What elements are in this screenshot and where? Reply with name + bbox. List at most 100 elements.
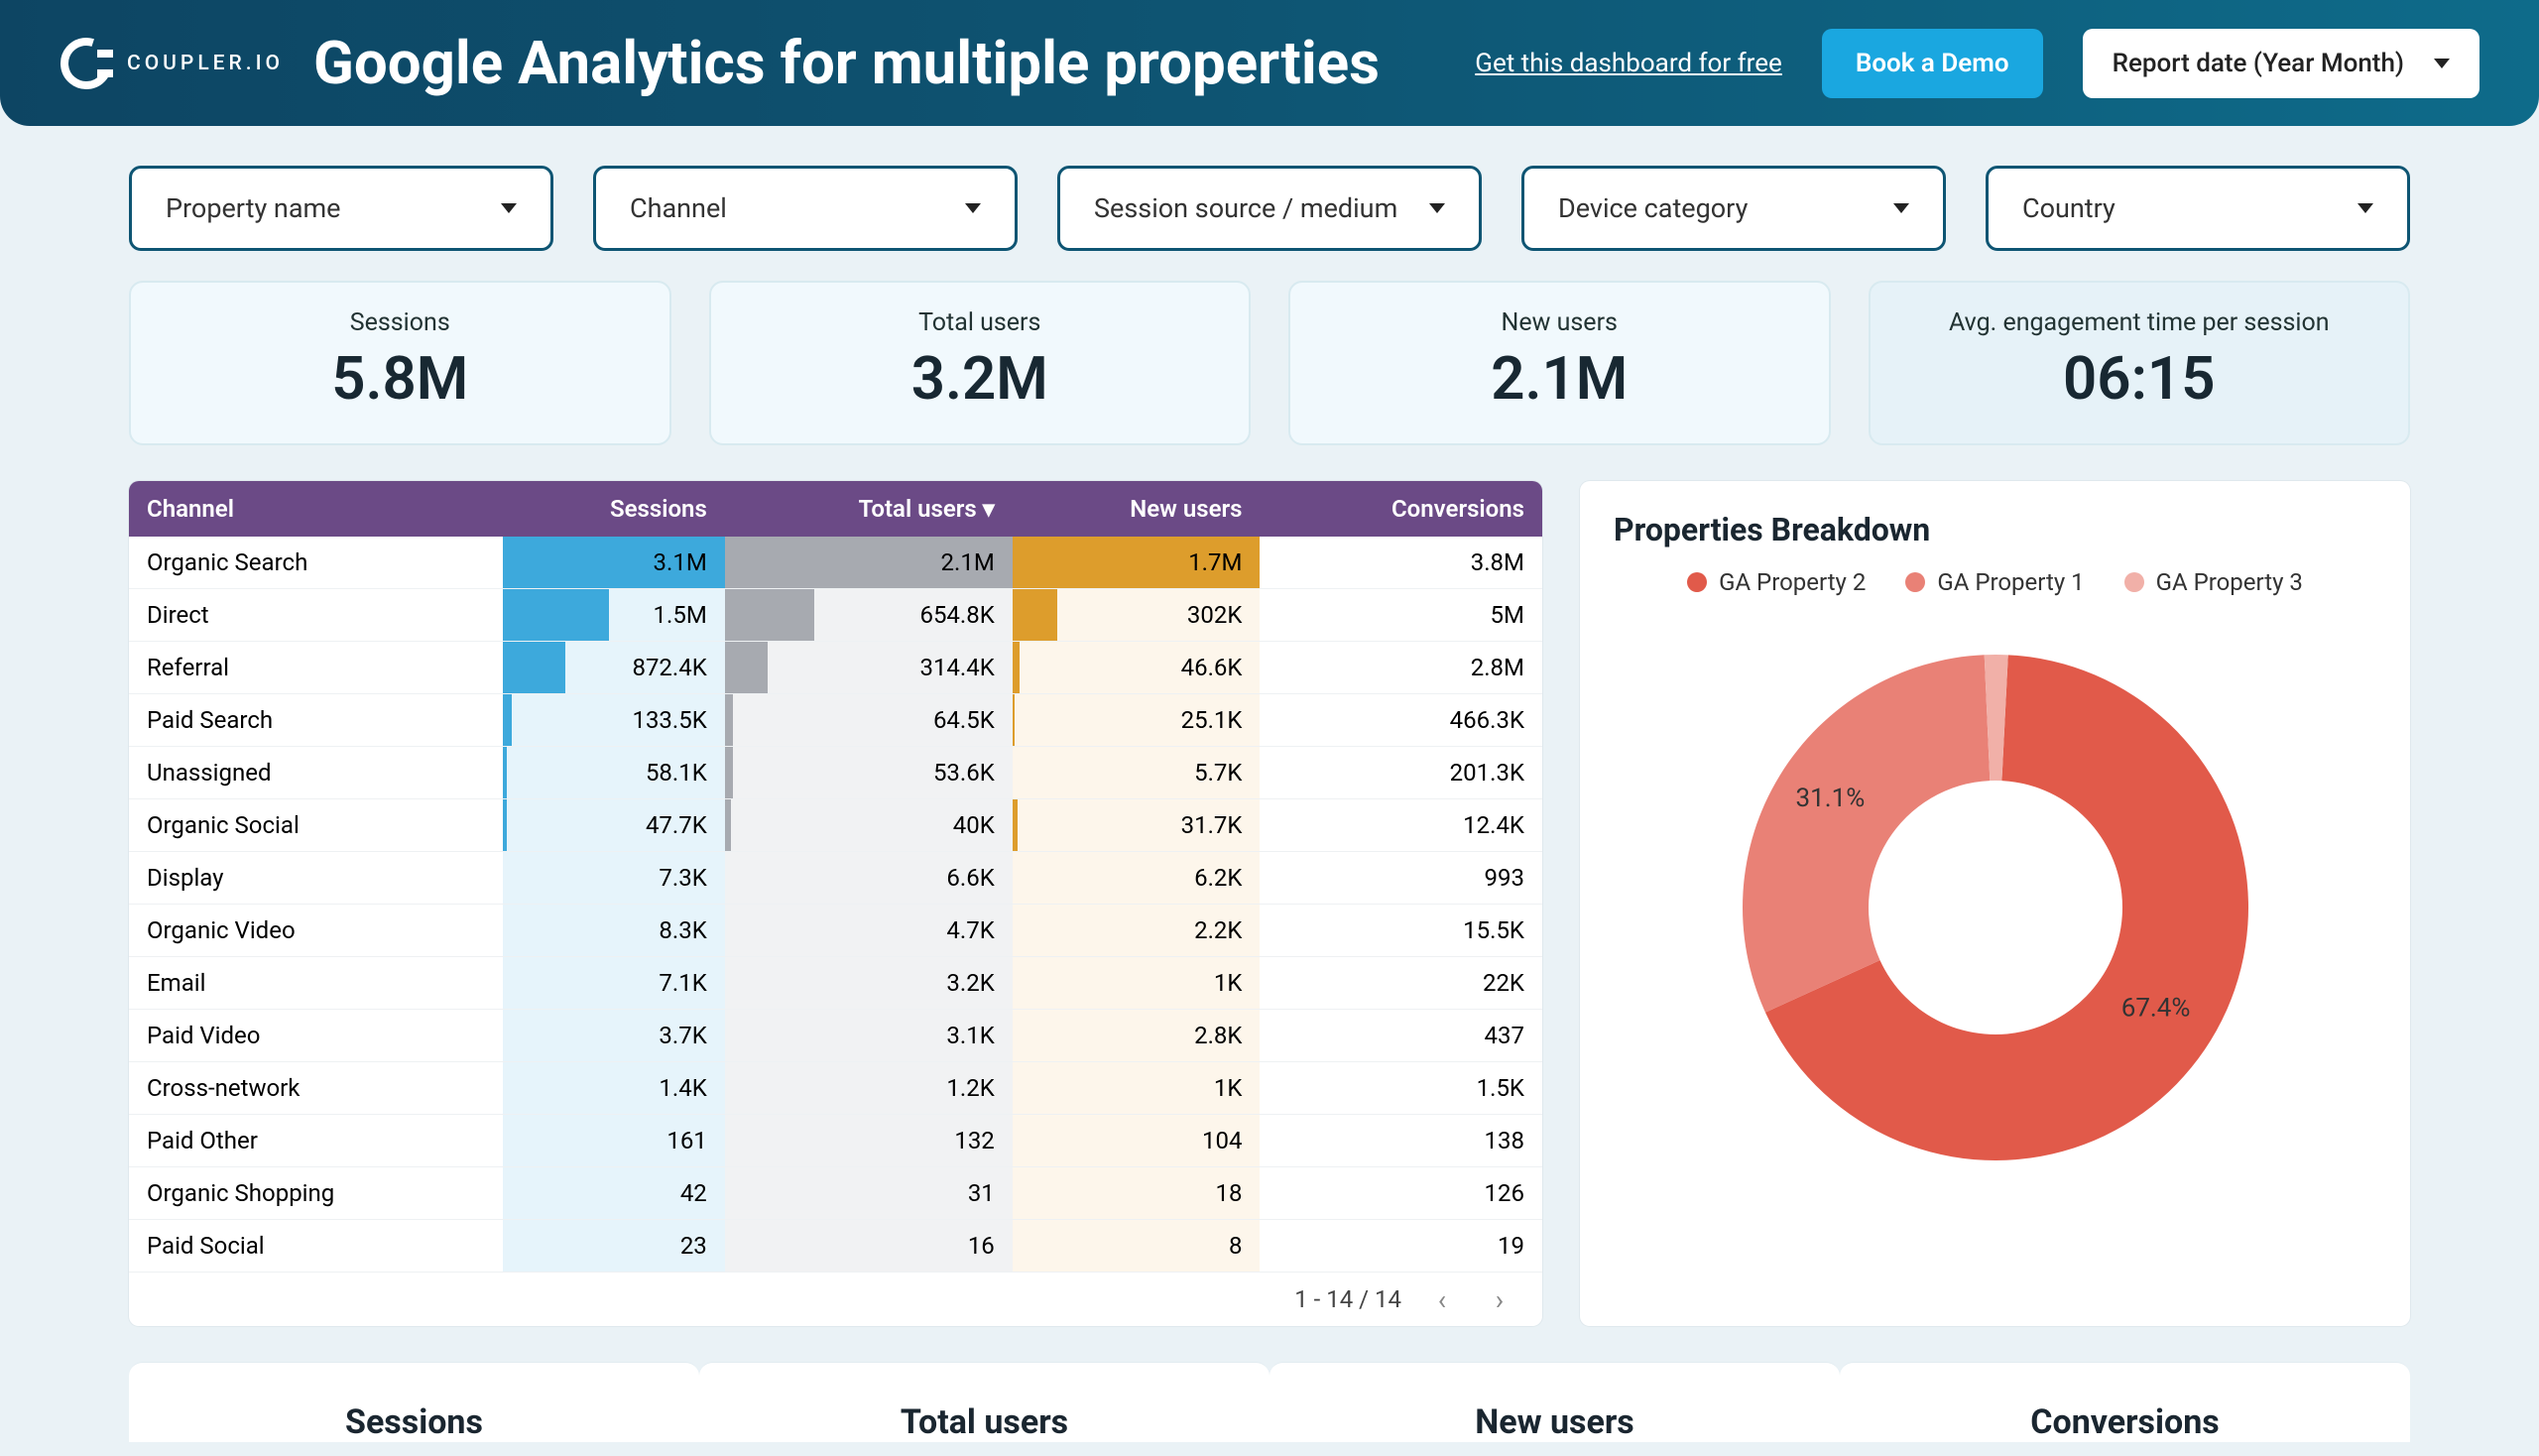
table-cell: 18: [1013, 1167, 1261, 1220]
table-row: Email7.1K3.2K1K22K: [129, 957, 1542, 1010]
table-cell: 7.3K: [503, 852, 725, 905]
table-cell: 47.7K: [503, 799, 725, 852]
filter-session-source-medium[interactable]: Session source / medium: [1057, 166, 1482, 251]
table-cell: Paid Other: [129, 1115, 503, 1167]
chevron-down-icon: [2358, 203, 2373, 213]
table-cell: Paid Video: [129, 1010, 503, 1062]
table-cell: 161: [503, 1115, 725, 1167]
table-cell: Organic Social: [129, 799, 503, 852]
table-cell: 1.5M: [503, 589, 725, 642]
table-cell: 1.4K: [503, 1062, 725, 1115]
table-cell: Direct: [129, 589, 503, 642]
kpi-value: 3.2M: [731, 343, 1230, 414]
chevron-down-icon: [965, 203, 981, 213]
table-cell: 3.1M: [503, 537, 725, 589]
table-cell: 654.8K: [725, 589, 1013, 642]
table-row: Direct1.5M654.8K302K5M: [129, 589, 1542, 642]
table-cell: 2.8M: [1260, 642, 1542, 694]
table-row: Organic Video8.3K4.7K2.2K15.5K: [129, 905, 1542, 957]
table-cell: 64.5K: [725, 694, 1013, 747]
kpi-label: Avg. engagement time per session: [1890, 308, 2389, 337]
table-cell: 1K: [1013, 1062, 1261, 1115]
kpi-card: Total users 3.2M: [709, 281, 1252, 445]
table-header[interactable]: Channel: [129, 481, 503, 537]
chevron-down-icon: [1893, 203, 1909, 213]
table-header[interactable]: Sessions: [503, 481, 725, 537]
table-cell: 23: [503, 1220, 725, 1273]
channel-table-card: ChannelSessionsTotal users ▾New usersCon…: [129, 481, 1542, 1326]
donut-slice[interactable]: [1743, 655, 1990, 1012]
table-cell: 8.3K: [503, 905, 725, 957]
filter-property-name[interactable]: Property name: [129, 166, 553, 251]
donut-slice-label: 67.4%: [2120, 994, 2190, 1024]
chevron-down-icon: [2434, 59, 2450, 68]
table-cell: 8: [1013, 1220, 1261, 1273]
legend-item[interactable]: GA Property 3: [2124, 568, 2303, 596]
section-header: Conversions: [1840, 1362, 2410, 1442]
table-cell: 6.2K: [1013, 852, 1261, 905]
table-cell: 3.8M: [1260, 537, 1542, 589]
kpi-label: Total users: [731, 308, 1230, 337]
table-cell: 6.6K: [725, 852, 1013, 905]
table-cell: Referral: [129, 642, 503, 694]
report-date-select[interactable]: Report date (Year Month): [2083, 29, 2479, 98]
pager-prev-button[interactable]: ‹: [1425, 1282, 1459, 1316]
table-row: Paid Video3.7K3.1K2.8K437: [129, 1010, 1542, 1062]
pager-text: 1 - 14 / 14: [1294, 1285, 1401, 1313]
table-cell: 201.3K: [1260, 747, 1542, 799]
table-cell: 42: [503, 1167, 725, 1220]
book-demo-button[interactable]: Book a Demo: [1822, 29, 2043, 98]
kpi-card: Avg. engagement time per session06:15: [1869, 281, 2411, 445]
table-cell: 15.5K: [1260, 905, 1542, 957]
table-row: Paid Search133.5K64.5K25.1K466.3K: [129, 694, 1542, 747]
table-row: Organic Social47.7K40K31.7K12.4K: [129, 799, 1542, 852]
table-cell: Organic Search: [129, 537, 503, 589]
kpi-label: New users: [1310, 308, 1809, 337]
properties-breakdown-card: Properties Breakdown GA Property 2GA Pro…: [1580, 481, 2410, 1326]
filter-country[interactable]: Country: [1986, 166, 2410, 251]
table-header[interactable]: New users: [1013, 481, 1261, 537]
kpi-card: New users2.1M: [1288, 281, 1831, 445]
table-cell: 1.5K: [1260, 1062, 1542, 1115]
table-header[interactable]: Total users ▾: [725, 481, 1013, 537]
table-cell: 22K: [1260, 957, 1542, 1010]
table-cell: Organic Video: [129, 905, 503, 957]
table-cell: 46.6K: [1013, 642, 1261, 694]
kpi-row: Sessions5.8MTotal users3.2MNew users2.1M…: [0, 281, 2539, 481]
table-header[interactable]: Conversions: [1260, 481, 1542, 537]
legend-item[interactable]: GA Property 2: [1687, 568, 1866, 596]
table-cell: Paid Search: [129, 694, 503, 747]
table-cell: 19: [1260, 1220, 1542, 1273]
table-cell: 126: [1260, 1167, 1542, 1220]
table-row: Display7.3K6.6K6.2K993: [129, 852, 1542, 905]
legend-swatch: [1687, 572, 1707, 592]
table-cell: 58.1K: [503, 747, 725, 799]
legend-label: GA Property 3: [2156, 568, 2303, 596]
table-cell: 133.5K: [503, 694, 725, 747]
section-header: Total users: [699, 1362, 1270, 1442]
filter-label: Device category: [1558, 192, 1748, 224]
filter-device-category[interactable]: Device category: [1521, 166, 1946, 251]
donut-legend: GA Property 2 GA Property 1 GA Property 3: [1614, 568, 2376, 596]
table-cell: 3.2K: [725, 957, 1013, 1010]
table-cell: Email: [129, 957, 503, 1010]
filter-channel[interactable]: Channel: [593, 166, 1018, 251]
table-cell: 12.4K: [1260, 799, 1542, 852]
filter-label: Country: [2022, 192, 2116, 224]
pager-next-button[interactable]: ›: [1483, 1282, 1516, 1316]
table-cell: 3.7K: [503, 1010, 725, 1062]
legend-item[interactable]: GA Property 1: [1905, 568, 2084, 596]
table-row: Paid Social2316819: [129, 1220, 1542, 1273]
table-cell: 5.7K: [1013, 747, 1261, 799]
page-title: Google Analytics for multiple properties: [313, 28, 1380, 98]
donut-title: Properties Breakdown: [1614, 511, 2376, 548]
table-cell: 2.8K: [1013, 1010, 1261, 1062]
kpi-value: 5.8M: [151, 343, 650, 414]
get-dashboard-link[interactable]: Get this dashboard for free: [1475, 49, 1782, 78]
main-row: ChannelSessionsTotal users ▾New usersCon…: [0, 481, 2539, 1362]
table-cell: 104: [1013, 1115, 1261, 1167]
chevron-down-icon: [1429, 203, 1445, 213]
table-cell: 872.4K: [503, 642, 725, 694]
legend-label: GA Property 2: [1719, 568, 1866, 596]
table-cell: 1K: [1013, 957, 1261, 1010]
